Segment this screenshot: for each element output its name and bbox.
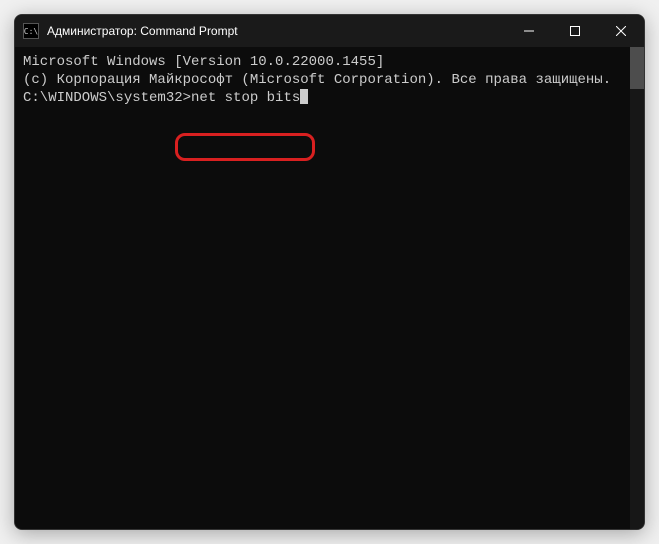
maximize-icon bbox=[570, 26, 580, 36]
cmd-icon: C:\ bbox=[23, 23, 39, 39]
console-area[interactable]: Microsoft Windows [Version 10.0.22000.14… bbox=[15, 47, 644, 529]
annotation-highlight bbox=[175, 133, 315, 161]
text-cursor bbox=[300, 89, 308, 104]
scrollbar-thumb[interactable] bbox=[630, 47, 644, 89]
window-title: Администратор: Command Prompt bbox=[47, 24, 238, 38]
maximize-button[interactable] bbox=[552, 15, 598, 47]
cmd-window: C:\ Администратор: Command Prompt bbox=[14, 14, 645, 530]
close-button[interactable] bbox=[598, 15, 644, 47]
titlebar[interactable]: C:\ Администратор: Command Prompt bbox=[15, 15, 644, 47]
console-output-line: (c) Корпорация Майкрософт (Microsoft Cor… bbox=[23, 71, 636, 89]
minimize-button[interactable] bbox=[506, 15, 552, 47]
close-icon bbox=[616, 26, 626, 36]
prompt-line: C:\WINDOWS\system32>net stop bits bbox=[23, 89, 636, 107]
vertical-scrollbar[interactable] bbox=[630, 47, 644, 529]
console-output-line: Microsoft Windows [Version 10.0.22000.14… bbox=[23, 53, 636, 71]
titlebar-left: C:\ Администратор: Command Prompt bbox=[15, 23, 238, 39]
prompt-path: C:\WINDOWS\system32> bbox=[23, 89, 191, 107]
window-controls bbox=[506, 15, 644, 47]
minimize-icon bbox=[524, 26, 534, 36]
command-input[interactable]: net stop bits bbox=[191, 89, 300, 107]
